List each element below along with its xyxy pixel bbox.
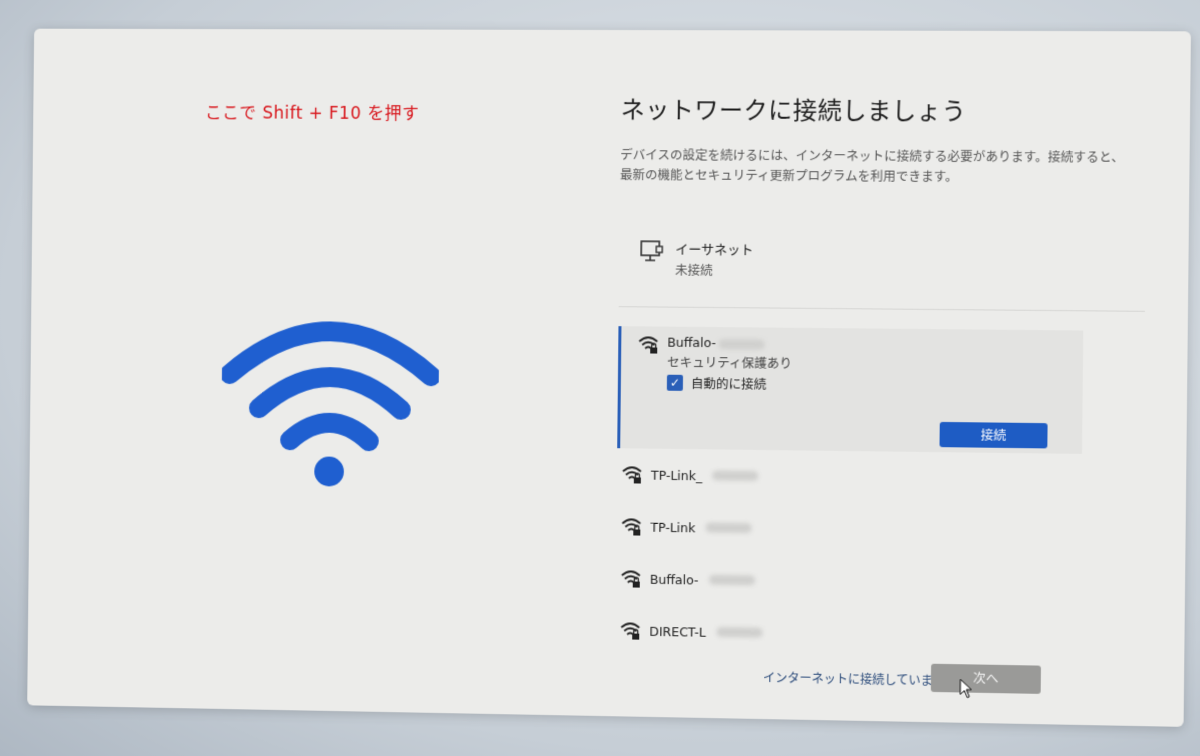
- wifi-network-name: TP-Link_: [650, 467, 703, 483]
- redacted-ssid: [708, 574, 755, 586]
- wifi-secured-icon: [622, 466, 641, 484]
- wifi-network-name: TP-Link: [650, 519, 696, 535]
- network-pane: ネットワークに接続しましょう デバイスの設定を続けるには、インターネットに接続す…: [615, 90, 1148, 700]
- wifi-hero-icon: [221, 317, 440, 487]
- wifi-network-item[interactable]: DIRECT-L: [615, 604, 1121, 665]
- annotation-text: ここで Shift + F10 を押す: [204, 103, 420, 125]
- skip-internet-link[interactable]: インターネットに接続していません: [763, 669, 957, 690]
- wifi-secured-icon: [620, 570, 640, 588]
- redacted-ssid: [716, 626, 763, 638]
- ethernet-item[interactable]: イーサネット 未接続: [639, 238, 754, 279]
- mouse-cursor-icon: [959, 678, 973, 698]
- redacted-ssid: [712, 470, 759, 482]
- setup-screen: ここで Shift + F10 を押す ネットワークに接続しましょう デバイスの…: [27, 28, 1191, 727]
- next-button[interactable]: 次へ: [930, 663, 1041, 694]
- auto-connect-checkbox[interactable]: ✓: [666, 374, 684, 391]
- ethernet-status: 未接続: [675, 262, 713, 278]
- wifi-network-name: Buffalo-: [649, 571, 699, 588]
- wifi-network-list: Buffalo- セキュリティ保護あり ✓ 自動的に接続 接続 TP-Link_…: [615, 326, 1124, 665]
- redacted-ssid: [718, 338, 765, 350]
- connect-button[interactable]: 接続: [939, 421, 1048, 449]
- page-description: デバイスの設定を続けるには、インターネットに接続する必要があります。接続すると、…: [619, 147, 1124, 185]
- wifi-network-name: DIRECT-L: [649, 623, 707, 640]
- redacted-ssid: [705, 522, 752, 534]
- wifi-network-item[interactable]: Buffalo-: [616, 552, 1122, 612]
- auto-connect-row[interactable]: ✓ 自動的に接続: [666, 373, 767, 393]
- page-title: ネットワークに接続しましょう: [620, 96, 967, 126]
- wifi-network-item[interactable]: TP-Link: [616, 500, 1122, 559]
- wifi-secured-icon: [621, 518, 641, 536]
- selected-network-security: セキュリティ保護あり: [667, 354, 793, 371]
- ethernet-icon: [639, 240, 663, 261]
- ethernet-name: イーサネット: [675, 242, 754, 259]
- auto-connect-label: 自動的に接続: [690, 375, 767, 392]
- wifi-secured-icon: [638, 336, 658, 354]
- wifi-secured-icon: [620, 622, 640, 640]
- divider: [618, 306, 1145, 312]
- wifi-network-item[interactable]: TP-Link_: [617, 448, 1123, 507]
- selected-network-name: Buffalo-: [667, 335, 792, 351]
- wifi-network-selected[interactable]: Buffalo- セキュリティ保護あり ✓ 自動的に接続 接続: [617, 326, 1084, 454]
